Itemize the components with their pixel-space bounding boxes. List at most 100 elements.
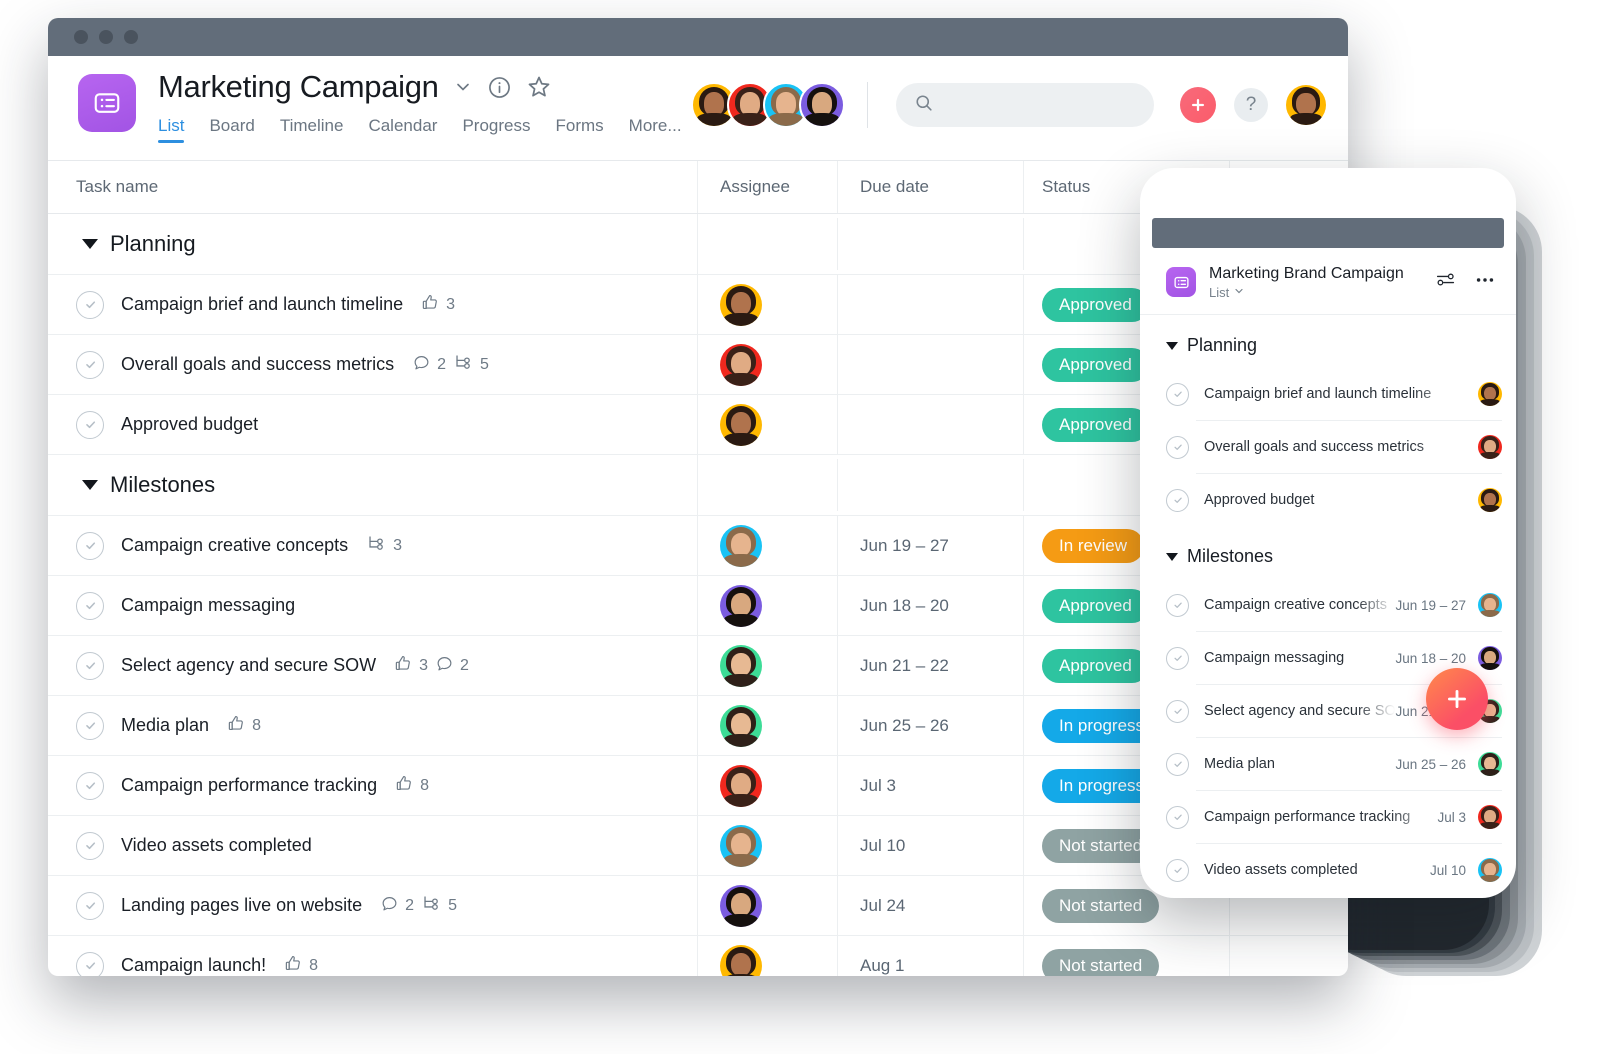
due-date-cell[interactable]: Jul 3 [838,756,1024,815]
due-date-cell[interactable] [838,335,1024,394]
more-horizontal-icon[interactable] [1474,269,1496,296]
mobile-list-item[interactable]: Video assets completed Jul 10 [1140,844,1516,896]
tab-calendar[interactable]: Calendar [368,116,437,143]
tab-list[interactable]: List [158,116,185,143]
star-icon[interactable] [526,74,552,100]
current-user-avatar-image[interactable] [1286,85,1326,125]
assignee-avatar[interactable] [720,704,762,747]
section-collapse-caret-icon[interactable] [82,239,98,249]
mobile-list-item[interactable]: Campaign performance tracking Jul 3 [1140,791,1516,843]
assignee-avatar[interactable] [720,884,762,927]
assignee-avatar[interactable] [1478,435,1502,459]
tab-timeline[interactable]: Timeline [280,116,344,143]
info-circle-icon[interactable] [487,75,512,100]
task-complete-checkbox[interactable] [1166,435,1189,459]
task-complete-checkbox[interactable] [76,410,104,439]
assignee-avatar[interactable] [1478,858,1502,882]
assignee-avatar[interactable] [1478,805,1502,829]
meta-thumbs-up[interactable]: 8 [395,774,429,798]
mobile-list-item[interactable]: Media plan Jun 25 – 26 [1140,738,1516,790]
meta-thumbs-up[interactable]: 8 [284,954,318,977]
mobile-list-item[interactable]: Overall goals and success metrics [1140,421,1516,473]
task-complete-checkbox[interactable] [76,290,104,319]
task-complete-checkbox[interactable] [1166,488,1189,512]
add-button[interactable] [1180,87,1216,123]
assignee-avatar[interactable] [720,824,762,867]
assignee-avatar[interactable] [720,584,762,627]
mobile-section-header[interactable]: Milestones [1140,526,1516,579]
meta-thumbs-up[interactable]: 3 [394,654,428,678]
due-date-cell[interactable]: Jun 18 – 20 [838,576,1024,635]
meta-comment[interactable]: 2 [435,654,469,678]
due-date-cell[interactable]: Aug 1 [838,936,1024,976]
assignee-cell[interactable] [698,936,838,976]
mobile-add-task-fab[interactable] [1426,668,1488,730]
meta-thumbs-up[interactable]: 8 [227,714,261,738]
status-cell[interactable]: Not started [1024,936,1230,976]
chevron-down-icon[interactable] [453,77,473,97]
task-complete-checkbox[interactable] [1166,699,1189,723]
assignee-avatar[interactable] [720,764,762,807]
mobile-list-item[interactable]: Campaign creative concepts Jun 19 – 27 [1140,579,1516,631]
assignee-avatar[interactable] [720,403,762,446]
assignee-avatar[interactable] [1478,488,1502,512]
mobile-view-selector[interactable]: List [1209,285,1435,300]
tab-forms[interactable]: Forms [555,116,603,143]
assignee-avatar[interactable] [720,524,762,567]
task-complete-checkbox[interactable] [76,891,104,920]
meta-subtask[interactable]: 5 [421,894,457,918]
assignee-avatar[interactable] [1478,752,1502,776]
assignee-cell[interactable] [698,335,838,394]
task-complete-checkbox[interactable] [76,771,104,800]
due-date-cell[interactable]: Jun 19 – 27 [838,516,1024,575]
meta-comment[interactable]: 2 [412,353,446,377]
assignee-cell[interactable] [698,696,838,755]
due-date-cell[interactable]: Jun 21 – 22 [838,636,1024,695]
task-complete-checkbox[interactable] [1166,646,1189,670]
task-complete-checkbox[interactable] [76,651,104,680]
meta-comment[interactable]: 2 [380,894,414,918]
window-minimize-dot[interactable] [99,30,113,44]
search-input[interactable] [944,95,1136,115]
assignee-avatar[interactable] [1478,382,1502,406]
search-box[interactable] [896,83,1154,127]
column-header-task-name[interactable]: Task name [48,161,698,213]
tab-board[interactable]: Board [209,116,254,143]
due-date-cell[interactable]: Jul 24 [838,876,1024,935]
task-complete-checkbox[interactable] [76,531,104,560]
facepile-avatar-4[interactable] [799,82,845,128]
mobile-list-item[interactable]: Approved budget [1140,474,1516,526]
section-collapse-caret-icon[interactable] [82,480,98,490]
assignee-avatar[interactable] [1478,646,1502,670]
assignee-avatar[interactable] [720,343,762,386]
task-complete-checkbox[interactable] [76,591,104,620]
due-date-cell[interactable]: Jul 10 [838,816,1024,875]
section-collapse-caret-icon[interactable] [1166,552,1178,561]
assignee-avatar[interactable] [720,644,762,687]
filter-sliders-icon[interactable] [1435,269,1456,295]
due-date-cell[interactable] [838,395,1024,454]
task-complete-checkbox[interactable] [1166,805,1189,829]
assignee-cell[interactable] [698,576,838,635]
mobile-section-header[interactable]: Planning [1140,315,1516,368]
task-complete-checkbox[interactable] [76,951,104,976]
assignee-cell[interactable] [698,756,838,815]
task-complete-checkbox[interactable] [76,350,104,379]
current-user-avatar[interactable] [1286,85,1326,125]
meta-subtask[interactable]: 5 [453,353,489,377]
assignee-avatar[interactable] [720,944,762,976]
task-complete-checkbox[interactable] [76,831,104,860]
task-complete-checkbox[interactable] [1166,593,1189,617]
assignee-cell[interactable] [698,275,838,334]
mobile-list-item[interactable]: Campaign brief and launch timeline [1140,368,1516,420]
table-row[interactable]: Campaign launch! 8 Aug 1 Not started [48,936,1348,976]
assignee-cell[interactable] [698,876,838,935]
assignee-cell[interactable] [698,816,838,875]
task-complete-checkbox[interactable] [1166,858,1189,882]
task-complete-checkbox[interactable] [1166,382,1189,406]
column-header-assignee[interactable]: Assignee [698,161,838,213]
assignee-cell[interactable] [698,636,838,695]
task-complete-checkbox[interactable] [1166,752,1189,776]
window-maximize-dot[interactable] [124,30,138,44]
window-close-dot[interactable] [74,30,88,44]
